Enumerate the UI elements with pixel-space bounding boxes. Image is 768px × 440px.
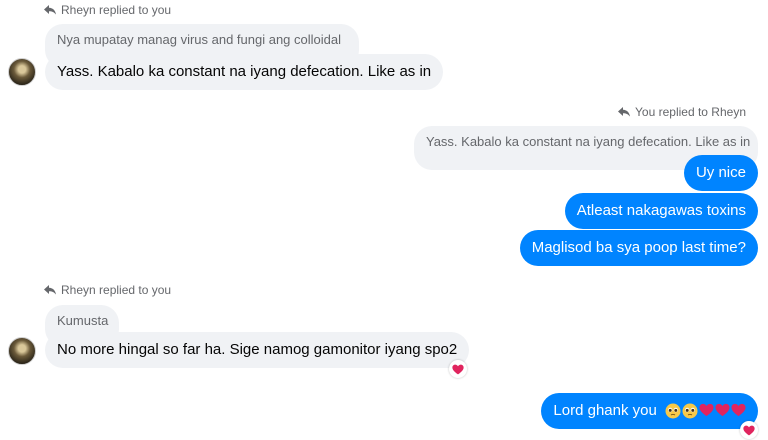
heart-icon [743, 425, 755, 436]
reply-indicator-2: You replied to Rheyn [618, 105, 746, 119]
reply-indicator-text: Rheyn replied to you [61, 3, 172, 17]
quoted-message-text: Nya mupatay manag virus and fungi ang co… [57, 32, 342, 47]
message-text: No more hingal so far ha. Sige namog gam… [57, 341, 458, 358]
message-text: Maglisod ba sya poop last time? [531, 239, 746, 256]
reply-arrow-icon [44, 285, 56, 295]
avatar[interactable] [8, 337, 36, 365]
quoted-message-text: Yass. Kabalo ka constant na iyang defeca… [426, 134, 751, 149]
pleading-face-icon [665, 403, 681, 419]
heart-reaction[interactable] [740, 421, 758, 439]
reply-indicator-text: Rheyn replied to you [61, 283, 172, 297]
reply-arrow-icon [618, 107, 630, 117]
pleading-face-icon [682, 403, 698, 419]
heart-icon [452, 364, 464, 375]
red-heart-icon [699, 403, 714, 417]
outgoing-message-4[interactable]: Lord ghank you [541, 393, 758, 429]
red-heart-icon [715, 403, 730, 417]
reply-indicator-1: Rheyn replied to you [44, 3, 171, 17]
outgoing-message-3[interactable]: Maglisod ba sya poop last time? [519, 230, 758, 266]
reply-indicator-3: Rheyn replied to you [44, 283, 171, 297]
quoted-message-text: Kumusta [57, 313, 109, 328]
incoming-message-2[interactable]: No more hingal so far ha. Sige namog gam… [45, 332, 470, 368]
outgoing-message-1[interactable]: Uy nice [683, 155, 758, 191]
outgoing-message-2[interactable]: Atleast nakagawas toxins [564, 193, 758, 229]
reply-indicator-text: You replied to Rheyn [635, 105, 746, 119]
message-text: Yass. Kabalo ka constant na iyang defeca… [57, 63, 432, 80]
avatar[interactable] [8, 58, 36, 86]
heart-reaction[interactable] [449, 360, 467, 378]
emoji-group [665, 403, 746, 419]
incoming-message-1[interactable]: Yass. Kabalo ka constant na iyang defeca… [45, 54, 444, 90]
message-text: Uy nice [695, 164, 746, 181]
message-text: Atleast nakagawas toxins [576, 202, 746, 219]
reply-arrow-icon [44, 5, 56, 15]
red-heart-icon [731, 403, 746, 417]
message-text: Lord ghank you [553, 402, 657, 419]
